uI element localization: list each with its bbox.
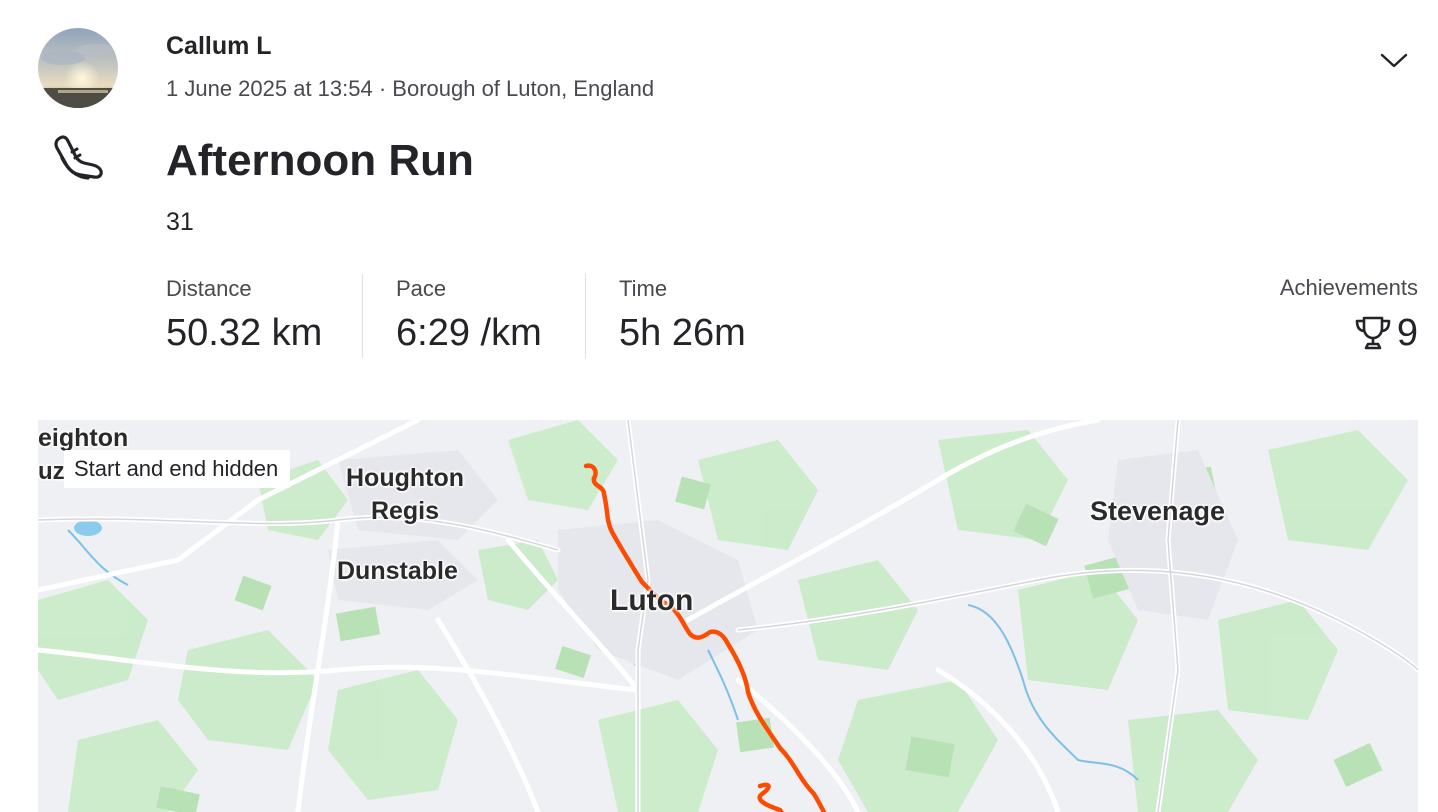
chevron-down-icon — [1380, 53, 1408, 68]
route-map[interactable]: eighton uz Start and end hidden Houghton… — [38, 420, 1418, 812]
achievements[interactable]: Achievements 9 — [1280, 274, 1418, 356]
map-lake — [74, 520, 102, 536]
avatar-photo-sunset — [38, 28, 118, 108]
map-place-luton: Luton — [610, 584, 694, 617]
map-place-houghton-regis: Houghton Regis — [346, 464, 465, 525]
stat-distance-label: Distance — [166, 276, 252, 301]
privacy-badge: Start and end hidden — [64, 450, 291, 488]
achievements-count: 9 — [1396, 312, 1418, 354]
stat-distance: Distance 50.32 km — [166, 274, 322, 358]
activity-description: 31 — [166, 208, 194, 236]
achievements-label: Achievements — [1279, 275, 1418, 300]
collapse-button[interactable] — [1372, 42, 1416, 78]
map-place-label: eighton — [38, 424, 129, 452]
stat-pace-label: Pace — [396, 276, 447, 301]
stat-pace-value: 6:29 /km — [396, 312, 542, 354]
running-shoe-icon — [50, 130, 106, 186]
stat-time-value: 5h 26m — [619, 312, 746, 354]
stat-divider — [585, 274, 586, 358]
map-place-stevenage: Stevenage — [1090, 496, 1226, 526]
stat-time-label: Time — [619, 276, 668, 301]
map-place-label: uz — [38, 458, 65, 485]
stat-time: Time 5h 26m — [619, 274, 746, 358]
avatar[interactable] — [38, 28, 118, 108]
trophy-icon — [1355, 316, 1391, 350]
athlete-name[interactable]: Callum L — [166, 32, 272, 61]
map-place-dunstable: Dunstable — [337, 557, 458, 585]
activity-date-location: 1 June 2025 at 13:54 · Borough of Luton,… — [166, 76, 655, 101]
activity-title: Afternoon Run — [166, 136, 474, 185]
stat-pace: Pace 6:29 /km — [396, 274, 542, 358]
stat-distance-value: 50.32 km — [166, 312, 323, 354]
stat-divider — [362, 274, 363, 358]
